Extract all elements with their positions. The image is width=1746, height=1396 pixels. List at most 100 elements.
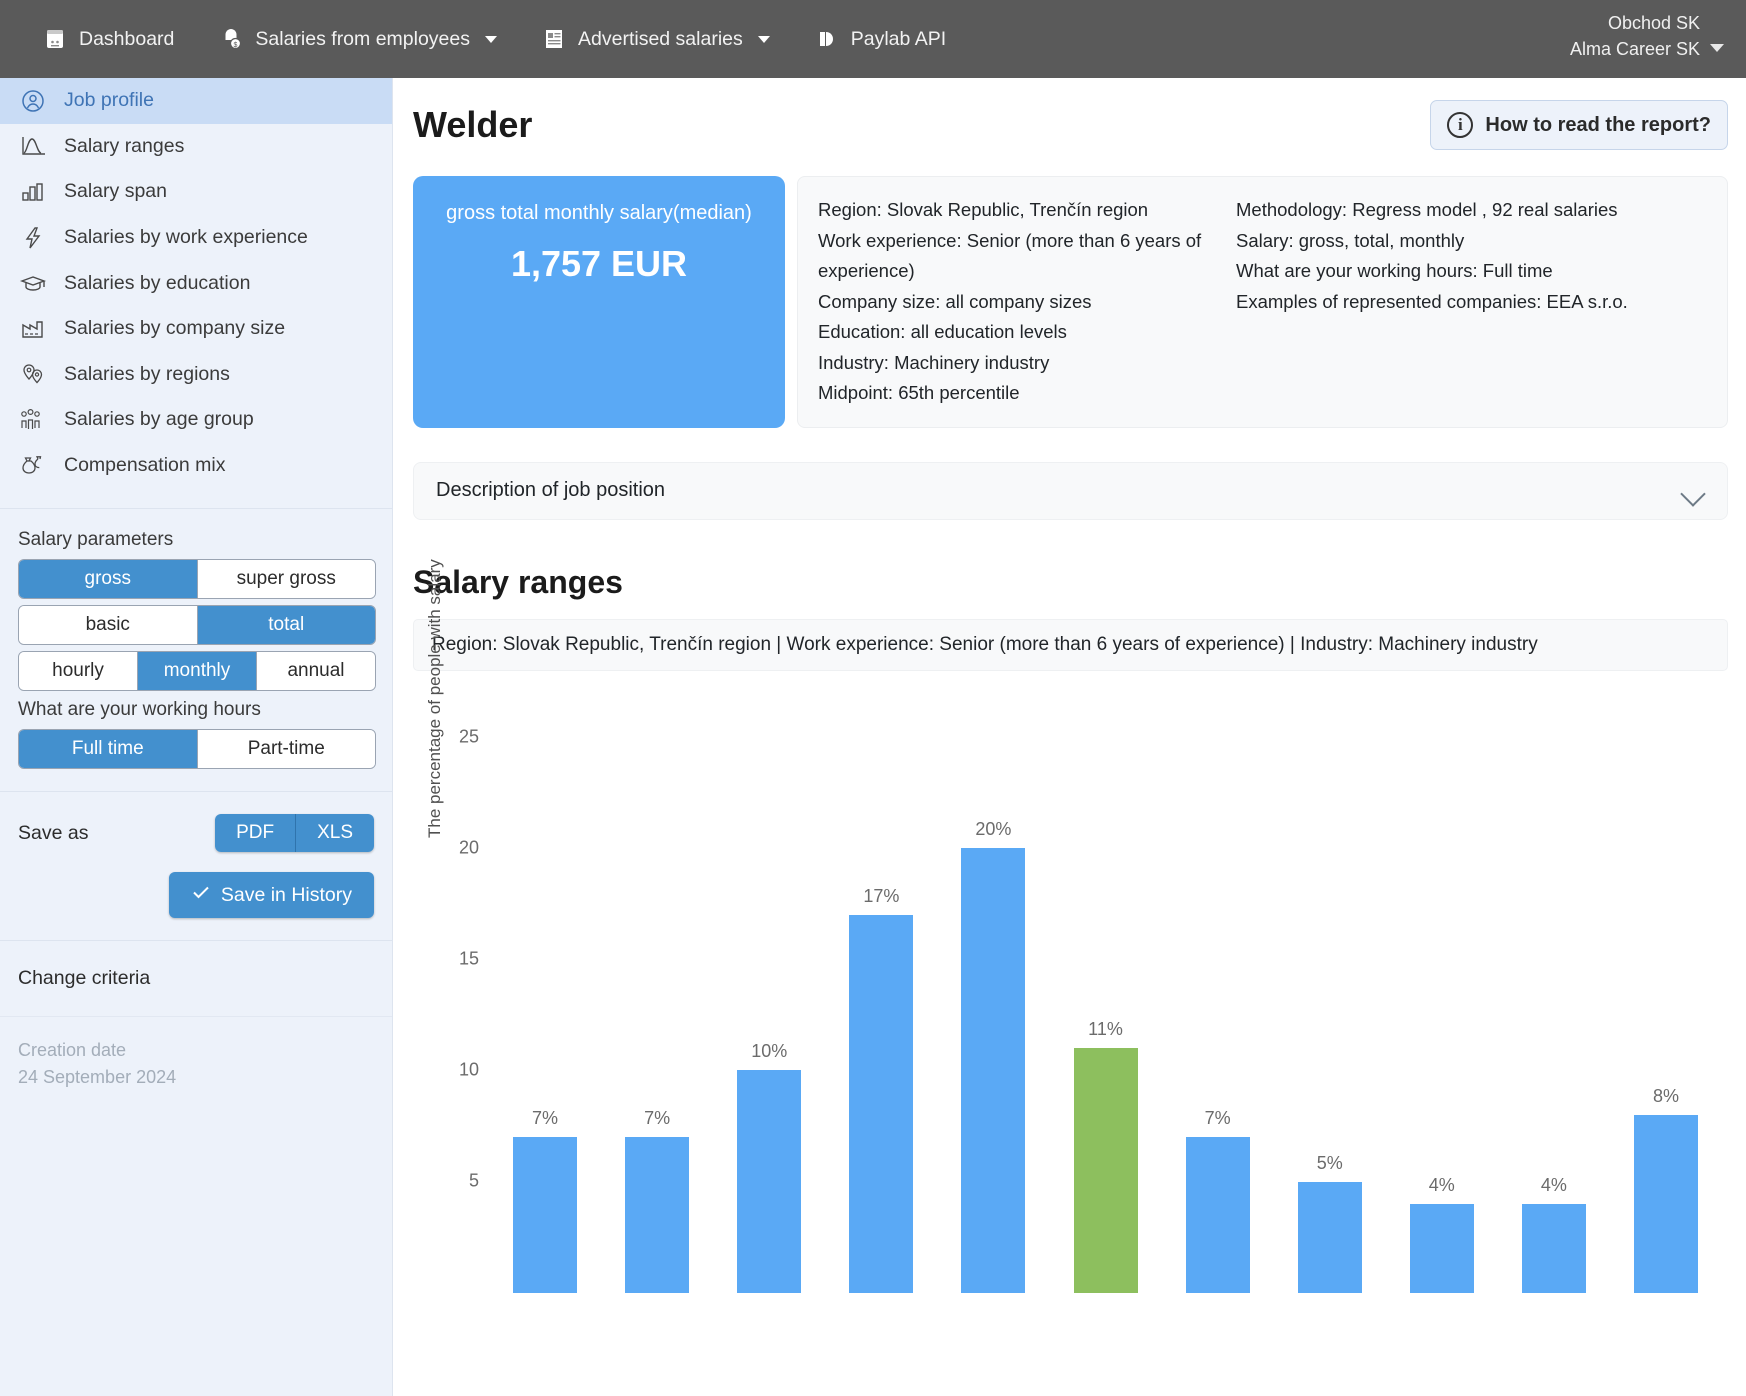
sidebar-item-salary-ranges[interactable]: Salary ranges — [0, 124, 392, 170]
chart-bar[interactable] — [625, 1137, 689, 1293]
chart-bar[interactable] — [1522, 1204, 1586, 1293]
salary-parameters-panel: Salary parameters gross super gross basi… — [0, 509, 392, 791]
chart-bar-value-label: 11% — [1088, 1019, 1123, 1040]
distribution-curve-icon — [18, 131, 48, 161]
toggle-option-total[interactable]: total — [198, 606, 376, 644]
page-header: Welder i How to read the report? — [409, 100, 1732, 150]
save-in-history-button[interactable]: Save in History — [169, 872, 374, 918]
chart-bar[interactable] — [1074, 1048, 1138, 1292]
sidebar-item-education[interactable]: Salaries by education — [0, 260, 392, 306]
chart-bar-column[interactable]: 4% — [1386, 693, 1498, 1293]
metadata-column-left: Region: Slovak Republic, Trenčín region … — [818, 195, 1218, 409]
chart-y-tick-label: 25 — [445, 727, 479, 748]
sidebar-item-work-experience[interactable]: Salaries by work experience — [0, 215, 392, 261]
chart-bar[interactable] — [737, 1070, 801, 1292]
user-circle-icon — [18, 86, 48, 116]
chart-bar-column[interactable]: 7% — [489, 693, 601, 1293]
chart-bar-value-label: 7% — [532, 1108, 558, 1129]
sidebar-item-age-group[interactable]: Salaries by age group — [0, 397, 392, 443]
chart-bar-column[interactable]: 7% — [1162, 693, 1274, 1293]
chart-bar-value-label: 4% — [1429, 1175, 1455, 1196]
description-accordion[interactable]: Description of job position — [413, 462, 1728, 520]
metadata-line: Industry: Machinery industry — [818, 348, 1218, 379]
sidebar-item-label: Salary span — [64, 180, 167, 203]
chart-bar-value-label: 8% — [1653, 1086, 1679, 1107]
metadata-column-right: Methodology: Regress model , 92 real sal… — [1236, 195, 1707, 409]
chart-bar-column[interactable]: 5% — [1274, 693, 1386, 1293]
sidebar-item-compensation-mix[interactable]: Compensation mix — [0, 443, 392, 489]
description-accordion-label: Description of job position — [436, 479, 665, 502]
toggle-option-super-gross[interactable]: super gross — [198, 560, 376, 598]
metadata-line: Work experience: Senior (more than 6 yea… — [818, 226, 1218, 287]
creation-date-label: Creation date — [18, 1037, 374, 1064]
top-navigation-bar: Dashboard $ Salaries from employees Adve… — [0, 0, 1746, 78]
median-salary-card: gross total monthly salary(median) 1,757… — [413, 176, 785, 428]
sidebar-item-job-profile[interactable]: Job profile — [0, 78, 392, 124]
nav-item-label: Salaries from employees — [255, 28, 470, 51]
chart-bar-column[interactable]: 17% — [825, 693, 937, 1293]
nav-item-advertised-salaries[interactable]: Advertised salaries — [519, 0, 792, 78]
chart-bar-value-label: 7% — [1205, 1108, 1231, 1129]
chart-bar-value-label: 7% — [644, 1108, 670, 1129]
sidebar-item-label: Compensation mix — [64, 454, 225, 477]
chart-bar-column[interactable]: 4% — [1498, 693, 1610, 1293]
export-xls-button[interactable]: XLS — [296, 814, 374, 852]
user-company-name: Alma Career SK — [1570, 36, 1700, 62]
toggle-option-gross[interactable]: gross — [19, 560, 198, 598]
salary-parameters-label: Salary parameters — [18, 529, 374, 551]
creation-date-value: 24 September 2024 — [18, 1064, 374, 1091]
chart-bar-column[interactable]: 11% — [1049, 693, 1161, 1293]
toggle-option-full-time[interactable]: Full time — [19, 730, 198, 768]
metadata-line: Region: Slovak Republic, Trenčín region — [818, 195, 1218, 226]
save-in-history-label: Save in History — [221, 884, 352, 907]
toggle-option-hourly[interactable]: hourly — [19, 652, 138, 690]
chart-bar-column[interactable]: 20% — [937, 693, 1049, 1293]
user-account-menu[interactable]: Obchod SK Alma Career SK — [1570, 10, 1724, 62]
sidebar-item-regions[interactable]: Salaries by regions — [0, 352, 392, 398]
chevron-down-icon — [758, 36, 770, 43]
dashboard-icon — [42, 26, 68, 52]
sidebar-item-salary-span[interactable]: Salary span — [0, 169, 392, 215]
metadata-line: Examples of represented companies: EEA s… — [1236, 287, 1707, 318]
nav-item-dashboard[interactable]: Dashboard — [20, 0, 196, 78]
toggle-option-basic[interactable]: basic — [19, 606, 198, 644]
nav-item-label: Paylab API — [851, 28, 946, 51]
how-to-read-report-button[interactable]: i How to read the report? — [1430, 100, 1728, 150]
chart-bar[interactable] — [513, 1137, 577, 1293]
nav-item-paylab-api[interactable]: Paylab API — [792, 0, 968, 78]
median-salary-caption: gross total monthly salary(median) — [431, 202, 767, 225]
toggle-option-annual[interactable]: annual — [257, 652, 375, 690]
chart-bar[interactable] — [1186, 1137, 1250, 1293]
change-criteria-panel: Change criteria — [0, 940, 392, 1016]
toggle-option-monthly[interactable]: monthly — [138, 652, 257, 690]
nav-item-salaries-from-employees[interactable]: $ Salaries from employees — [196, 0, 519, 78]
sidebar-item-company-size[interactable]: Salaries by company size — [0, 306, 392, 352]
chart-y-tick-label: 5 — [445, 1171, 479, 1192]
chart-bar[interactable] — [849, 915, 913, 1293]
chart-bar-column[interactable]: 7% — [601, 693, 713, 1293]
chart-bar-column[interactable]: 8% — [1610, 693, 1722, 1293]
chart-bar[interactable] — [1298, 1182, 1362, 1293]
toggle-period: hourly monthly annual — [18, 651, 376, 691]
nav-item-label: Advertised salaries — [578, 28, 743, 51]
working-hours-label: What are your working hours — [18, 699, 374, 721]
chevron-down-icon — [1683, 485, 1705, 497]
graduation-cap-icon — [18, 268, 48, 298]
chart-y-tick-label: 20 — [445, 838, 479, 859]
export-pdf-button[interactable]: PDF — [215, 814, 296, 852]
sidebar-item-label: Salary ranges — [64, 135, 184, 158]
chart-bar[interactable] — [1410, 1204, 1474, 1293]
people-group-icon — [18, 405, 48, 435]
chart-y-tick-label: 10 — [445, 1060, 479, 1081]
chart-bar[interactable] — [961, 848, 1025, 1292]
chart-bar-value-label: 20% — [975, 819, 1011, 840]
sidebar-item-label: Salaries by company size — [64, 317, 285, 340]
lightning-bolt-icon — [18, 223, 48, 253]
toggle-working-hours: Full time Part-time — [18, 729, 376, 769]
sidebar-item-label: Salaries by regions — [64, 363, 230, 386]
toggle-salary-component: basic total — [18, 605, 376, 645]
change-criteria-link[interactable]: Change criteria — [18, 967, 150, 989]
chart-bar-column[interactable]: 10% — [713, 693, 825, 1293]
chart-bar[interactable] — [1634, 1115, 1698, 1293]
toggle-option-part-time[interactable]: Part-time — [198, 730, 376, 768]
